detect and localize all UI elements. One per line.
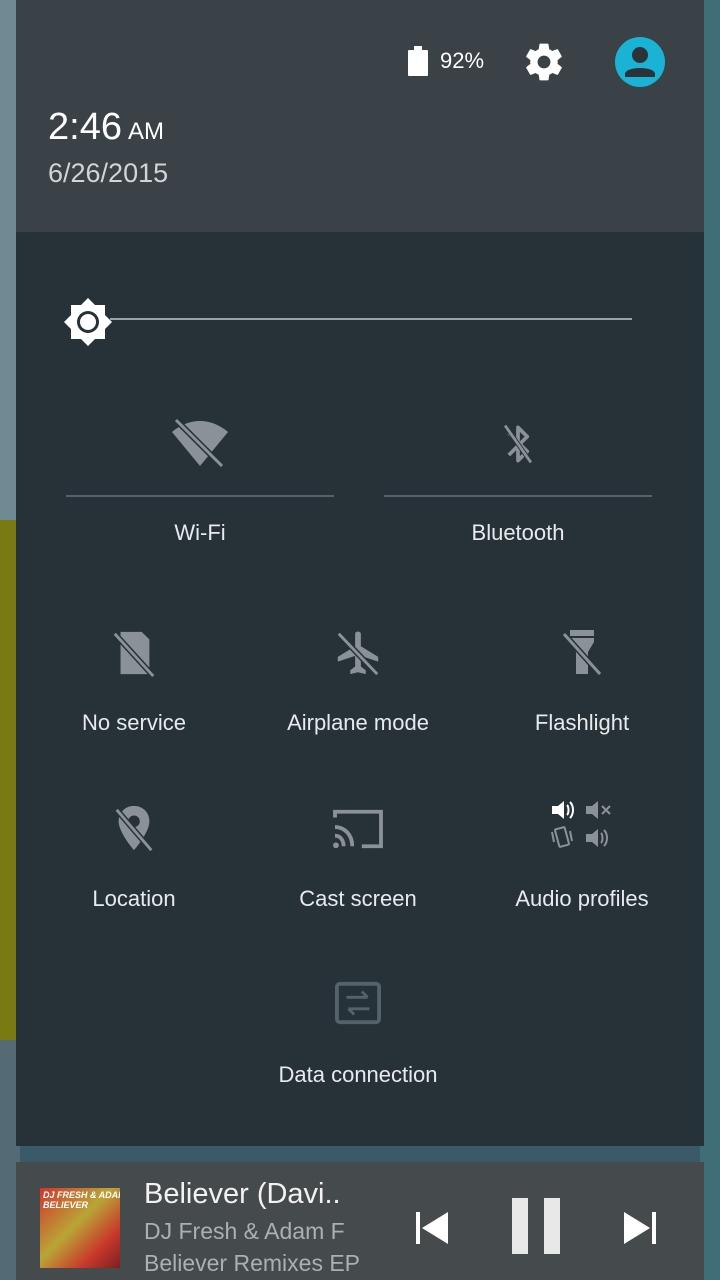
battery-icon[interactable] <box>408 46 428 76</box>
next-track-icon[interactable] <box>620 1208 660 1248</box>
tile-bluetooth[interactable]: Bluetooth <box>384 400 652 560</box>
tile-audio-profiles[interactable]: Audio profiles <box>482 796 682 916</box>
tile-location-label: Location <box>92 886 176 911</box>
date-label[interactable]: 6/26/2015 <box>48 158 168 189</box>
song-artist: DJ Fresh & Adam F <box>144 1218 345 1244</box>
album-art: DJ FRESH & ADAM F BELIEVER <box>40 1188 120 1268</box>
tile-cast-screen-label: Cast screen <box>299 886 417 911</box>
clock-time[interactable]: 2:46 AM <box>48 106 164 149</box>
tile-wifi-label: Wi-Fi <box>174 520 226 545</box>
data-connection-icon <box>335 981 381 1025</box>
brightness-icon[interactable] <box>62 296 114 348</box>
album-art-text-title: BELIEVER <box>43 1200 89 1210</box>
pause-icon[interactable] <box>512 1196 560 1256</box>
previous-track-icon[interactable] <box>412 1208 452 1248</box>
airplane-off-icon <box>336 631 380 677</box>
tile-airplane-mode-label: Airplane mode <box>287 710 429 735</box>
tile-no-service-label: No service <box>82 710 186 735</box>
tile-wifi-divider <box>66 495 334 497</box>
cast-icon <box>333 809 383 849</box>
flashlight-off-icon <box>561 630 603 677</box>
album-art-text-artist: DJ FRESH & ADAM F <box>43 1190 120 1200</box>
tile-flashlight[interactable]: Flashlight <box>482 620 682 740</box>
tile-location[interactable]: Location <box>34 796 234 916</box>
tile-airplane-mode[interactable]: Airplane mode <box>258 620 458 740</box>
tile-audio-profiles-label: Audio profiles <box>515 886 649 911</box>
tile-cast-screen[interactable]: Cast screen <box>258 796 458 916</box>
settings-gear-icon[interactable] <box>522 40 566 84</box>
tile-bluetooth-label: Bluetooth <box>471 520 565 545</box>
sim-off-icon <box>112 631 156 678</box>
song-album: Believer Remixes EP <box>144 1250 361 1276</box>
song-title: Believer (Davi.. <box>144 1178 341 1210</box>
brightness-slider[interactable] <box>110 318 632 320</box>
time-ampm: AM <box>127 118 164 145</box>
tile-wifi[interactable]: Wi-Fi <box>66 400 334 560</box>
tile-flashlight-label: Flashlight <box>534 710 630 735</box>
media-notification[interactable]: DJ FRESH & ADAM F BELIEVER Believer (Dav… <box>16 1162 704 1280</box>
tile-data-connection-label: Data connection <box>278 1062 438 1087</box>
tile-no-service[interactable]: No service <box>34 620 234 740</box>
tile-data-connection[interactable]: Data connection <box>258 972 458 1092</box>
wifi-off-icon <box>172 417 228 468</box>
location-off-icon <box>114 805 154 853</box>
time-value: 2:46 <box>48 106 122 148</box>
tile-bluetooth-divider <box>384 495 652 497</box>
bluetooth-off-icon <box>503 424 533 464</box>
battery-percent[interactable]: 92% <box>440 48 484 74</box>
audio-profiles-icon <box>551 801 611 848</box>
user-avatar-icon[interactable] <box>614 36 666 88</box>
